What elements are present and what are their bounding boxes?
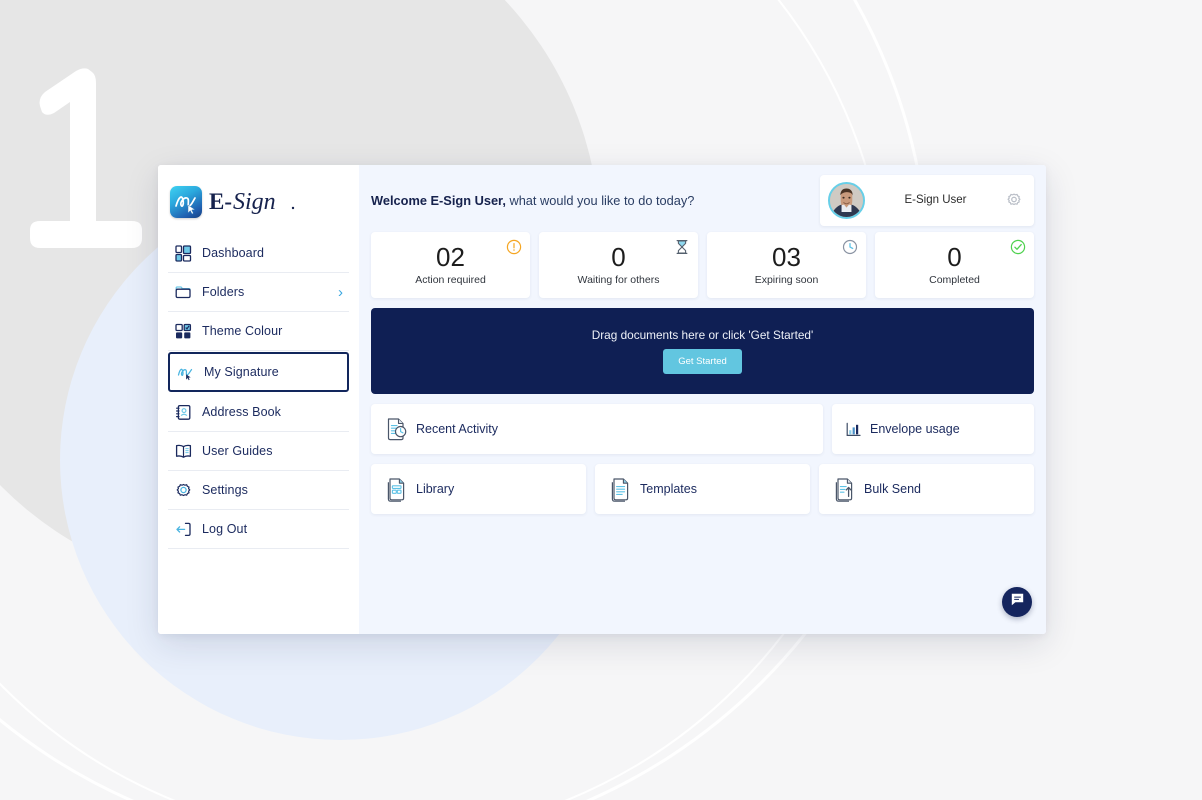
sidebar-item-label: My Signature — [204, 365, 279, 379]
stat-label: Action required — [415, 274, 486, 286]
tile-label: Envelope usage — [870, 422, 960, 436]
sidebar-item-label: Settings — [202, 483, 248, 497]
top-bar: Welcome E-Sign User, what would you like… — [371, 178, 1034, 222]
document-upload-icon — [833, 476, 855, 502]
document-template-icon — [609, 476, 631, 502]
stat-value: 02 — [436, 244, 465, 271]
sidebar-item-settings[interactable]: Settings — [168, 471, 349, 510]
welcome-bold: Welcome E-Sign User, — [371, 193, 506, 208]
signature-icon — [176, 363, 194, 381]
sidebar: E- Sign Dashboard — [158, 165, 359, 634]
sidebar-item-user-guides[interactable]: User Guides — [168, 432, 349, 471]
tile-label: Templates — [640, 482, 697, 496]
book-icon — [174, 442, 192, 460]
tile-envelope-usage[interactable]: Envelope usage — [832, 404, 1034, 454]
sidebar-item-dashboard[interactable]: Dashboard — [168, 234, 349, 273]
sidebar-item-label: Folders — [202, 285, 244, 299]
stat-value: 0 — [611, 244, 625, 271]
brand-wordmark: E- Sign — [209, 188, 309, 216]
sidebar-item-label: Theme Colour — [202, 324, 282, 338]
tile-label: Bulk Send — [864, 482, 921, 496]
drag-drop-text: Drag documents here or click 'Get Starte… — [592, 328, 814, 342]
chevron-right-icon[interactable]: › — [338, 285, 343, 300]
sidebar-item-label: Dashboard — [202, 246, 264, 260]
dashboard-icon — [174, 244, 192, 262]
main-panel: Welcome E-Sign User, what would you like… — [359, 165, 1046, 634]
chat-launcher-button[interactable] — [1002, 587, 1032, 617]
tile-row-1: Recent Activity Envelope usage — [371, 404, 1034, 454]
sidebar-item-label: User Guides — [202, 444, 273, 458]
alert-circle-icon — [506, 239, 522, 255]
signature-logo-icon — [170, 186, 202, 218]
address-book-icon — [174, 403, 192, 421]
tile-label: Recent Activity — [416, 422, 498, 436]
stat-value: 03 — [772, 244, 801, 271]
document-clock-icon — [385, 416, 407, 442]
stat-card-completed[interactable]: 0 Completed — [875, 232, 1034, 298]
stat-card-action-required[interactable]: 02 Action required — [371, 232, 530, 298]
get-started-button[interactable]: Get Started — [663, 349, 742, 374]
welcome-rest: what would you like to do today? — [506, 193, 695, 208]
sidebar-item-address-book[interactable]: Address Book — [168, 393, 349, 432]
tile-row-2: Library Templates — [371, 464, 1034, 514]
stat-card-waiting-for-others[interactable]: 0 Waiting for others — [539, 232, 698, 298]
sidebar-item-label: Log Out — [202, 522, 247, 536]
stat-value: 0 — [947, 244, 961, 271]
theme-colour-icon — [174, 322, 192, 340]
stat-label: Waiting for others — [578, 274, 660, 286]
check-circle-icon — [1010, 239, 1026, 255]
chat-bubble-icon — [1010, 592, 1025, 612]
tile-templates[interactable]: Templates — [595, 464, 810, 514]
bar-chart-icon — [846, 422, 861, 437]
welcome-message: Welcome E-Sign User, what would you like… — [371, 193, 694, 208]
user-avatar — [828, 182, 865, 219]
sidebar-item-folders[interactable]: Folders › — [168, 273, 349, 312]
stats-row: 02 Action required 0 Waiting for others — [371, 232, 1034, 298]
gear-icon[interactable] — [1006, 192, 1022, 208]
logout-icon — [174, 520, 192, 538]
stat-label: Expiring soon — [755, 274, 819, 286]
drag-drop-banner[interactable]: Drag documents here or click 'Get Starte… — [371, 308, 1034, 394]
svg-text:Sign: Sign — [233, 189, 276, 215]
page-root: E- Sign Dashboard — [0, 0, 1202, 800]
tile-bulk-send[interactable]: Bulk Send — [819, 464, 1034, 514]
tile-recent-activity[interactable]: Recent Activity — [371, 404, 823, 454]
brand-logo[interactable]: E- Sign — [158, 165, 359, 234]
sidebar-item-theme-colour[interactable]: Theme Colour — [168, 312, 349, 351]
tile-library[interactable]: Library — [371, 464, 586, 514]
svg-text:E-: E- — [209, 189, 232, 214]
app-window: E- Sign Dashboard — [158, 165, 1046, 634]
stat-label: Completed — [929, 274, 980, 286]
folder-icon — [174, 283, 192, 301]
sidebar-item-my-signature[interactable]: My Signature — [168, 352, 349, 392]
sidebar-nav: Dashboard Folders › — [158, 234, 359, 549]
hourglass-icon — [674, 239, 690, 255]
gear-icon — [174, 481, 192, 499]
background-numeral-one — [18, 16, 168, 266]
user-name-label: E-Sign User — [875, 194, 996, 206]
tile-label: Library — [416, 482, 454, 496]
sidebar-item-log-out[interactable]: Log Out — [168, 510, 349, 549]
user-profile-card[interactable]: E-Sign User — [820, 175, 1034, 226]
clock-icon — [842, 239, 858, 255]
document-library-icon — [385, 476, 407, 502]
stat-card-expiring-soon[interactable]: 03 Expiring soon — [707, 232, 866, 298]
sidebar-item-label: Address Book — [202, 405, 281, 419]
